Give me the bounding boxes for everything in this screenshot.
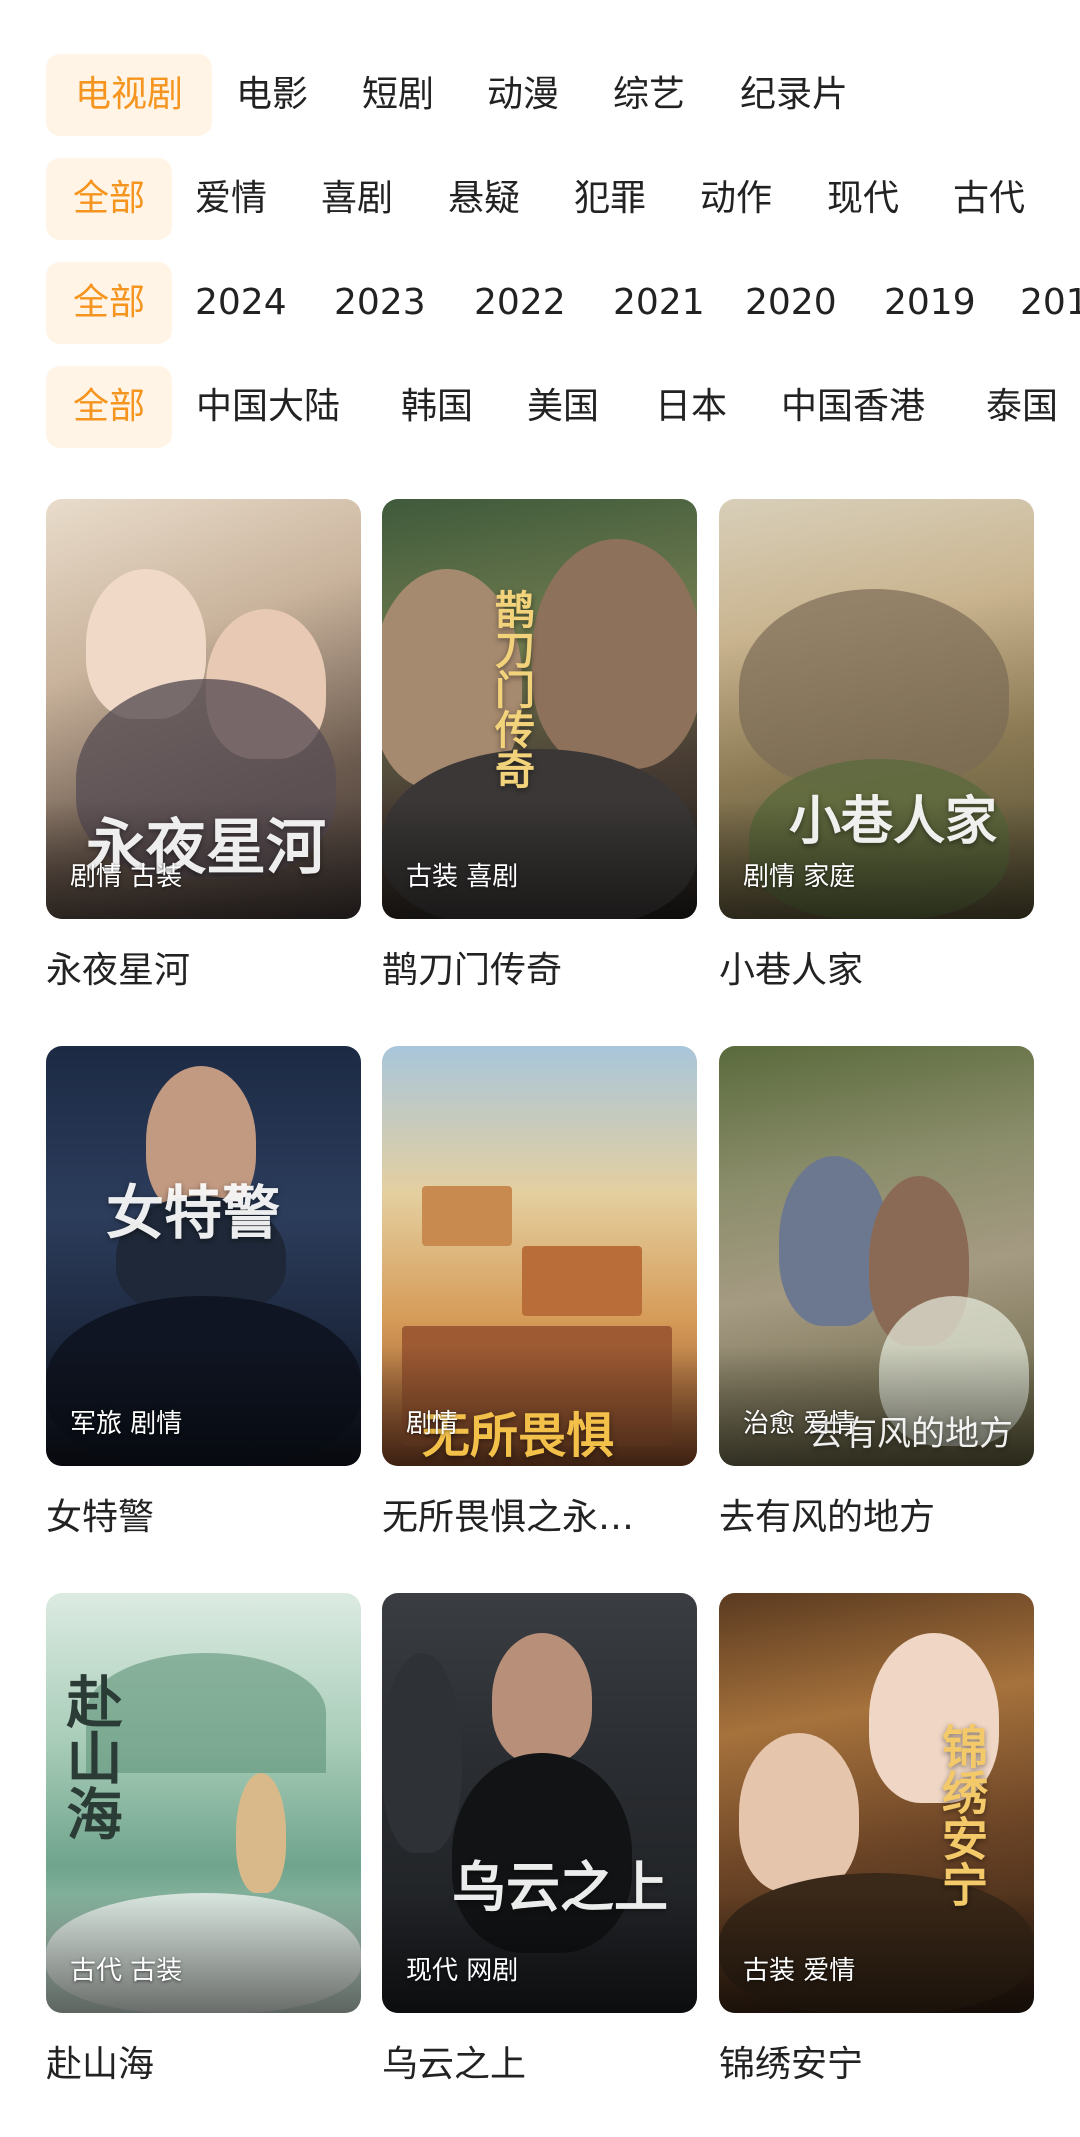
- genre-filter-row: 全部 爱情 喜剧 悬疑 犯罪 动作 现代 古代: [0, 158, 1080, 240]
- drama-card[interactable]: 赴山海 古代 古装 赴山海: [46, 1593, 361, 2087]
- drama-card[interactable]: 小巷人家 剧情 家庭 小巷人家: [719, 499, 1034, 993]
- chip-region-mainland[interactable]: 中国大陆: [196, 366, 340, 448]
- chip-year-2019[interactable]: 2019: [884, 262, 976, 344]
- genre-tags: 古装 喜剧: [406, 862, 519, 892]
- chip-genre-ancient[interactable]: 古代: [953, 158, 1025, 240]
- poster-image[interactable]: 女特警 军旅 剧情: [46, 1046, 361, 1466]
- poster-image[interactable]: 鹊刀门传奇 古装 喜剧: [382, 499, 697, 919]
- chip-region-japan[interactable]: 日本: [655, 366, 727, 448]
- chip-genre-comedy[interactable]: 喜剧: [321, 158, 393, 240]
- chip-region-thailand[interactable]: 泰国: [986, 366, 1058, 448]
- chip-category-short[interactable]: 短剧: [362, 54, 434, 136]
- drama-card[interactable]: 锦绣安宁 古装 爱情 锦绣安宁: [719, 1593, 1034, 2087]
- card-title[interactable]: 乌云之上: [382, 2035, 682, 2087]
- drama-card[interactable]: 女特警 军旅 剧情 女特警: [46, 1046, 361, 1540]
- poster-title-art: 鹊刀门传奇: [488, 589, 535, 789]
- card-title[interactable]: 小巷人家: [719, 941, 1019, 993]
- chip-year-more[interactable]: 201: [1020, 262, 1080, 344]
- poster-figure: [522, 1246, 642, 1316]
- genre-tags: 剧情: [406, 1409, 459, 1439]
- chip-category-tv[interactable]: 电视剧: [46, 54, 212, 136]
- card-title[interactable]: 无所畏惧之永…: [382, 1488, 682, 1540]
- category-filter-row: 电视剧 电影 短剧 动漫 综艺 纪录片: [0, 54, 1080, 136]
- chip-category-variety[interactable]: 综艺: [613, 54, 685, 136]
- poster-figure: [382, 1653, 462, 1853]
- chip-region-korea[interactable]: 韩国: [401, 366, 473, 448]
- poster-image[interactable]: 无所畏惧 剧情: [382, 1046, 697, 1466]
- poster-figure: [532, 539, 697, 769]
- chip-genre-mystery[interactable]: 悬疑: [448, 158, 520, 240]
- card-title[interactable]: 女特警: [46, 1488, 346, 1540]
- chip-category-documentary[interactable]: 纪录片: [740, 54, 848, 136]
- poster-image[interactable]: 小巷人家 剧情 家庭: [719, 499, 1034, 919]
- drama-card[interactable]: 乌云之上 现代 网剧 乌云之上: [382, 1593, 697, 2087]
- chip-genre-romance[interactable]: 爱情: [195, 158, 267, 240]
- chip-region-hongkong[interactable]: 中国香港: [781, 366, 925, 448]
- poster-title-art: 女特警: [106, 1179, 281, 1247]
- year-filter-row: 全部 2024 2023 2022 2021 2020 2019 201: [0, 262, 1080, 344]
- genre-tags: 治愈 爱情: [743, 1409, 856, 1439]
- poster-title-art: 小巷人家: [789, 791, 998, 852]
- chip-year-2021[interactable]: 2021: [613, 262, 705, 344]
- genre-tags: 现代 网剧: [406, 1956, 519, 1986]
- genre-tags: 剧情 古装: [70, 862, 183, 892]
- card-title[interactable]: 永夜星河: [46, 941, 346, 993]
- region-filter-row: 全部 中国大陆 韩国 美国 日本 中国香港 泰国: [0, 366, 1080, 448]
- genre-tags: 古装 爱情: [743, 1956, 856, 1986]
- chip-year-2020[interactable]: 2020: [745, 262, 837, 344]
- poster-title-art: 锦绣安宁: [935, 1723, 989, 1907]
- poster-image[interactable]: 去有风的地方 治愈 爱情: [719, 1046, 1034, 1466]
- card-title[interactable]: 鹊刀门传奇: [382, 941, 682, 993]
- chip-genre-all[interactable]: 全部: [46, 158, 172, 240]
- poster-image[interactable]: 乌云之上 现代 网剧: [382, 1593, 697, 2013]
- poster-figure: [492, 1633, 592, 1763]
- chip-year-2024[interactable]: 2024: [195, 262, 287, 344]
- chip-category-movie[interactable]: 电影: [236, 54, 308, 136]
- poster-figure: [739, 1733, 859, 1893]
- poster-image[interactable]: 赴山海 古代 古装: [46, 1593, 361, 2013]
- chip-year-2022[interactable]: 2022: [474, 262, 566, 344]
- card-title[interactable]: 去有风的地方: [719, 1488, 1019, 1540]
- genre-tags: 剧情 家庭: [743, 862, 856, 892]
- chip-genre-action[interactable]: 动作: [700, 158, 772, 240]
- chip-genre-modern[interactable]: 现代: [827, 158, 899, 240]
- poster-image[interactable]: 锦绣安宁 古装 爱情: [719, 1593, 1034, 2013]
- drama-card[interactable]: 鹊刀门传奇 古装 喜剧 鹊刀门传奇: [382, 499, 697, 993]
- genre-tags: 军旅 剧情: [70, 1409, 183, 1439]
- drama-card[interactable]: 去有风的地方 治愈 爱情 去有风的地方: [719, 1046, 1034, 1540]
- poster-figure: [236, 1773, 286, 1893]
- poster-title-art: 赴山海: [57, 1673, 123, 1841]
- poster-title-art: 乌云之上: [452, 1855, 668, 1919]
- chip-category-anime[interactable]: 动漫: [487, 54, 559, 136]
- poster-figure: [422, 1186, 512, 1246]
- chip-year-all[interactable]: 全部: [46, 262, 172, 344]
- card-title[interactable]: 锦绣安宁: [719, 2035, 1019, 2087]
- chip-genre-crime[interactable]: 犯罪: [574, 158, 646, 240]
- chip-region-usa[interactable]: 美国: [527, 366, 599, 448]
- drama-card[interactable]: 无所畏惧 剧情 无所畏惧之永…: [382, 1046, 697, 1540]
- card-title[interactable]: 赴山海: [46, 2035, 346, 2087]
- chip-region-all[interactable]: 全部: [46, 366, 172, 448]
- drama-card[interactable]: 永夜星河 剧情 古装 永夜星河: [46, 499, 361, 993]
- genre-tags: 古代 古装: [70, 1956, 183, 1986]
- poster-image[interactable]: 永夜星河 剧情 古装: [46, 499, 361, 919]
- chip-year-2023[interactable]: 2023: [334, 262, 426, 344]
